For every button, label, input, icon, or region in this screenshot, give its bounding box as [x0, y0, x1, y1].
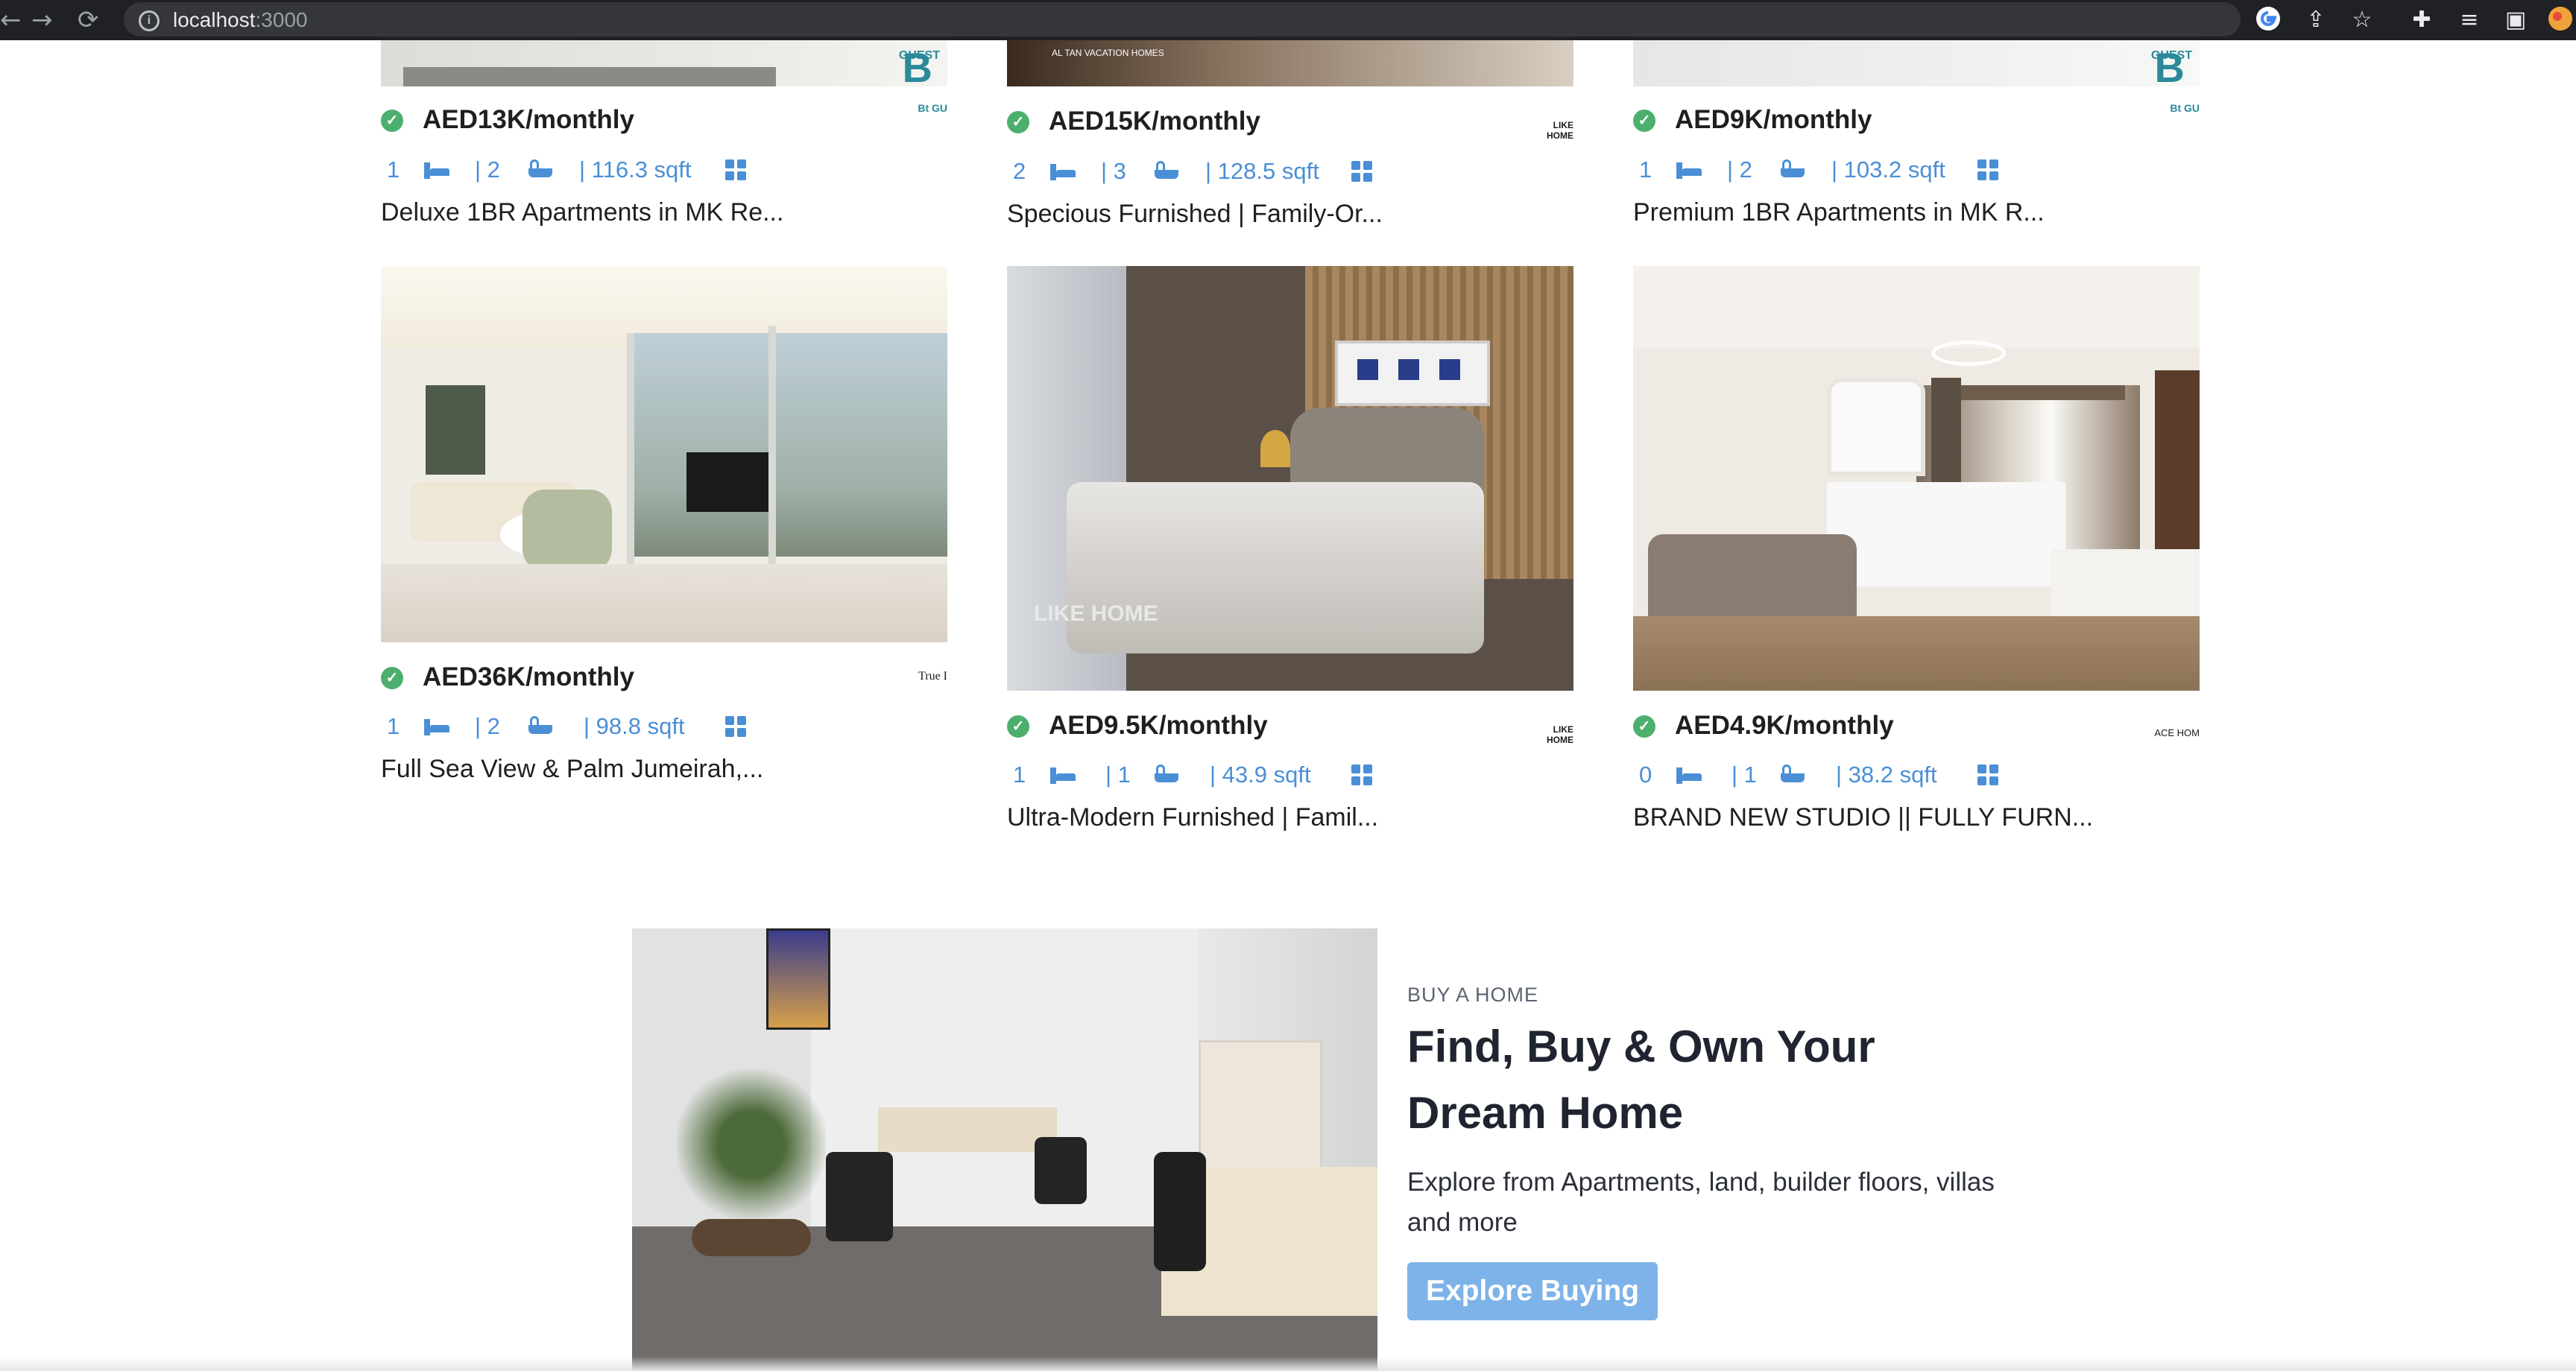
listing-price: AED9.5K/monthly [1049, 711, 1268, 740]
profile-avatar[interactable] [2546, 6, 2575, 34]
listing-title[interactable]: Specious Furnished | Family-Or... [1007, 200, 1573, 229]
bath-icon [528, 716, 552, 737]
bed-icon [1676, 767, 1702, 784]
bed-count: 0 [1639, 762, 1652, 788]
bath-count: | 2 [475, 156, 500, 183]
agency-logo: LIKE HOME [1547, 724, 1573, 745]
agency-logo: ACE HOM [2154, 727, 2200, 738]
verified-check-icon: ✓ [381, 110, 403, 132]
bookmark-star-icon[interactable]: ☆ [2348, 6, 2376, 34]
listing-image[interactable] [381, 266, 947, 642]
side-panel-icon[interactable]: ▣ [2501, 6, 2530, 34]
agency-logo: True I [918, 670, 947, 683]
extensions-icon[interactable]: ✚ [2408, 6, 2436, 34]
office-image [632, 928, 1377, 1371]
area-value: | 116.3 sqft [579, 156, 692, 183]
bed-count: 1 [1013, 762, 1026, 788]
agency-logo: Bt GU [2170, 102, 2200, 114]
listing-price: AED4.9K/monthly [1675, 711, 1894, 740]
section-heading: Find, Buy & Own Your Dream Home [1407, 1022, 1875, 1138]
section-description: Explore from Apartments, land, builder f… [1407, 1168, 1995, 1237]
bed-count: 2 [1013, 158, 1026, 184]
area-grid-icon [725, 159, 746, 180]
listing-image[interactable]: B GUEST [1633, 40, 2200, 86]
reading-list-icon[interactable]: ≡ [2455, 6, 2484, 34]
bed-icon [1050, 767, 1076, 784]
bed-icon [1676, 162, 1702, 179]
bath-count: | 1 [1731, 762, 1757, 788]
listing-title[interactable]: Full Sea View & Palm Jumeirah,... [381, 755, 947, 784]
page-bottom-shadow [0, 1356, 2576, 1371]
verified-check-icon: ✓ [1007, 111, 1029, 133]
area-value: | 103.2 sqft [1831, 156, 1945, 183]
verified-check-icon: ✓ [1633, 715, 1655, 738]
bath-icon [528, 159, 552, 180]
bed-icon [1050, 164, 1076, 180]
bath-icon [1781, 764, 1805, 785]
bed-icon [424, 719, 449, 735]
area-value: | 128.5 sqft [1205, 158, 1319, 184]
bath-count: | 2 [1727, 156, 1752, 183]
address-url: localhost:3000 [173, 8, 308, 31]
area-grid-icon [1977, 159, 1998, 180]
site-info-icon[interactable]: i [139, 10, 160, 31]
listing-price: AED9K/monthly [1675, 105, 1872, 134]
address-bar[interactable]: i localhost:3000 [124, 2, 2241, 37]
listing-price: AED13K/monthly [423, 105, 634, 134]
area-grid-icon [725, 716, 746, 737]
bath-icon [1155, 764, 1178, 785]
verified-check-icon: ✓ [381, 667, 403, 689]
bath-icon [1155, 161, 1178, 182]
verified-check-icon: ✓ [1633, 110, 1655, 132]
browser-toolbar: ← → ⟳ i localhost:3000 ⇪ ☆ ✚ ≡ ▣ [0, 0, 2576, 40]
area-value: | 38.2 sqft [1836, 762, 1937, 788]
bed-count: 1 [1639, 156, 1652, 183]
bed-count: 1 [387, 156, 400, 183]
area-grid-icon [1351, 764, 1372, 785]
area-grid-icon [1977, 764, 1998, 785]
verified-check-icon: ✓ [1007, 715, 1029, 738]
listing-title[interactable]: Ultra-Modern Furnished | Famil... [1007, 803, 1573, 832]
bed-icon [424, 162, 449, 179]
listing-title[interactable]: Premium 1BR Apartments in MK R... [1633, 198, 2200, 227]
forward-icon[interactable]: → [31, 0, 53, 40]
reload-icon[interactable]: ⟳ [78, 0, 99, 40]
bed-count: 1 [387, 713, 400, 739]
listing-title[interactable]: BRAND NEW STUDIO || FULLY FURN... [1633, 803, 2200, 832]
bath-count: | 3 [1101, 158, 1126, 184]
area-value: | 98.8 sqft [584, 713, 685, 739]
section-kicker: BUY A HOME [1407, 984, 1539, 1006]
google-icon[interactable] [2254, 6, 2282, 34]
bath-count: | 2 [475, 713, 500, 739]
area-grid-icon [1351, 161, 1372, 182]
listing-image[interactable] [1633, 266, 2200, 691]
listing-title[interactable]: Deluxe 1BR Apartments in MK Re... [381, 198, 947, 227]
listing-price: AED36K/monthly [423, 662, 634, 691]
bath-count: | 1 [1105, 762, 1131, 788]
back-icon[interactable]: ← [0, 0, 22, 40]
listing-price: AED15K/monthly [1049, 107, 1260, 136]
share-icon[interactable]: ⇪ [2302, 6, 2330, 34]
listing-image[interactable]: AL TAN VACATION HOMES [1007, 40, 1573, 86]
agency-logo: Bt GU [918, 102, 947, 114]
bath-icon [1781, 159, 1805, 180]
area-value: | 43.9 sqft [1210, 762, 1311, 788]
listing-image[interactable]: LIKE HOME [1007, 266, 1573, 691]
explore-buying-button[interactable]: Explore Buying [1407, 1262, 1658, 1320]
agency-logo: LIKE HOME [1547, 120, 1573, 141]
listing-image[interactable]: B GUEST [381, 40, 947, 86]
